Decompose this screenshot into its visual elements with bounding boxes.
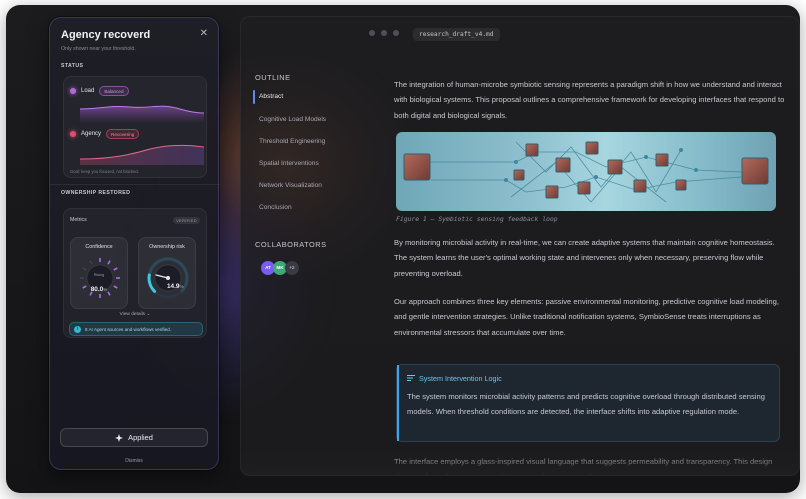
status-name: Agency (81, 131, 102, 137)
gauge-title: Ownership risk (149, 244, 185, 250)
outline-item-spatial-interventions[interactable]: Spatial Interventions (259, 160, 319, 167)
dismiss-button[interactable]: Dismiss (50, 458, 218, 464)
verification-text: 8 AI Agent sources and workflows verifie… (85, 326, 172, 332)
status-goal-note: Goal: keep you focused, not blocked. (70, 169, 139, 174)
figure-caption: Figure 1 — Symbiotic sensing feedback lo… (396, 215, 558, 223)
collaborators-heading: COLLABORATORS (255, 240, 327, 249)
list-icon (407, 375, 415, 381)
callout-title: System Intervention Logic (419, 374, 502, 383)
ownership-risk-number: 14.9 (167, 283, 180, 290)
applied-button[interactable]: Applied (60, 428, 208, 447)
outline-heading: OUTLINE (255, 73, 291, 82)
figure-image (396, 132, 776, 211)
confidence-sub: Rising (93, 273, 105, 277)
outline-item-cognitive-load-models[interactable]: Cognitive Load Models (259, 116, 326, 123)
outline-item-network-visualization[interactable]: Network Visualization (259, 182, 322, 189)
avatar-more[interactable]: +2 (285, 261, 299, 275)
outline-item-abstract[interactable]: Abstract (259, 93, 283, 100)
circuit-illustration (403, 141, 769, 203)
agency-panel: Agency recoverd Only shown near your thr… (49, 17, 220, 470)
close-icon[interactable]: ✕ (200, 29, 208, 39)
verified-badge: VERIFIED (173, 217, 200, 224)
metrics-label: Metrics (70, 217, 87, 223)
ownership-risk-value: 14.9% (167, 275, 184, 293)
window-control-dot[interactable] (369, 30, 375, 36)
ownership-risk-gauge-card: Ownership risk 14.9% (138, 237, 196, 309)
info-icon: i (74, 325, 81, 333)
ownership-risk-unit: % (179, 284, 184, 289)
confidence-number: 80.0 (90, 286, 104, 293)
panel-subtitle: Only shown near your threshold. (61, 46, 136, 52)
agency-trend-sparkline (80, 144, 204, 165)
status-section-label: STATUS (61, 63, 84, 69)
ownership-section-label: OWNERSHIP RESTORED (61, 190, 131, 196)
callout-box: System Intervention Logic The system mon… (396, 364, 780, 442)
doc-paragraph: By monitoring microbial activity in real… (394, 238, 775, 278)
doc-paragraph: Our approach combines three key elements… (394, 297, 779, 337)
agency-indicator-dot (70, 131, 76, 137)
sparkle-icon (115, 433, 124, 442)
app-frame: research_draft_v4.md OUTLINE Abstract Co… (6, 5, 800, 493)
load-trend-sparkline (80, 105, 204, 123)
scroll-fade (241, 449, 799, 475)
status-card: Load Balanced Agency Recovering Goal: ke… (63, 76, 207, 178)
status-badge: Recovering (106, 129, 140, 139)
status-name: Load (81, 88, 95, 94)
document-content: The integration of human-microbe symbiot… (394, 17, 789, 475)
outline-item-conclusion[interactable]: Conclusion (259, 204, 292, 211)
window-control-dot[interactable] (381, 30, 387, 36)
metrics-card: Metrics VERIFIED Confidence Rising 80.0%… (63, 208, 207, 338)
confidence-unit: % (103, 287, 108, 292)
callout-accent-bar (397, 365, 399, 441)
view-details-label: View details (119, 312, 146, 317)
callout-text: The system monitors microbial activity p… (407, 392, 765, 417)
panel-title: Agency recoverd (61, 29, 151, 41)
applied-label: Applied (128, 433, 153, 442)
chevron-down-icon: ⌄ (146, 312, 151, 317)
load-indicator-dot (70, 88, 76, 94)
confidence-gauge-card: Confidence Rising 80.0% (70, 237, 128, 309)
gauge-title: Confidence (85, 244, 113, 250)
document-window: research_draft_v4.md OUTLINE Abstract Co… (240, 16, 800, 476)
status-row-agency: Agency Recovering (70, 129, 140, 139)
outline-item-threshold-engineering[interactable]: Threshold Engineering (259, 138, 325, 145)
verification-banner: i 8 AI Agent sources and workflows verif… (69, 322, 203, 336)
outline-active-indicator (253, 90, 255, 104)
divider (50, 184, 220, 185)
confidence-value: 80.0% (71, 278, 127, 296)
view-details-link[interactable]: View details ⌄ (64, 312, 206, 317)
doc-paragraph: The integration of human-microbe symbiot… (394, 80, 785, 120)
